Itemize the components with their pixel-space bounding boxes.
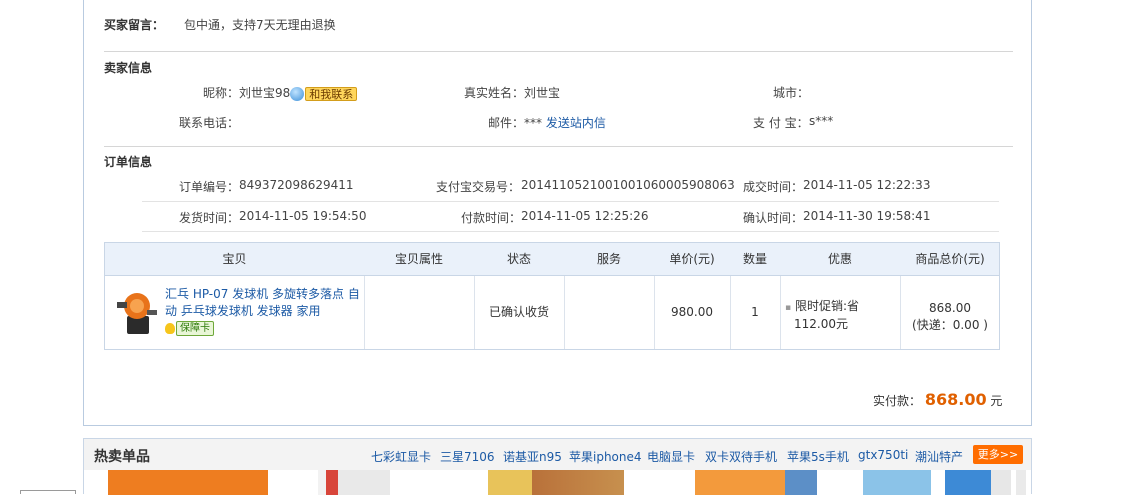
seller-phone-label: 联系电话： (179, 116, 240, 130)
product-thumbnail[interactable] (113, 286, 161, 336)
feedback-tab[interactable] (20, 490, 76, 494)
paid-amount-label: 实付款： (873, 394, 922, 408)
order-no-label: 订单编号： (179, 180, 240, 194)
product-attrs (364, 276, 474, 349)
header-service: 服务 (596, 252, 621, 266)
buyer-message-label: 买家留言： (104, 18, 165, 32)
bullet-icon: ▪ (785, 303, 792, 313)
hot-link-9[interactable]: 潮汕特产 (915, 448, 963, 465)
seller-nickname-text: 刘世宝98 (239, 86, 291, 100)
column-divider (780, 276, 781, 349)
hot-products-title: 热卖单品 (94, 449, 150, 465)
header-attrs: 宝贝属性 (394, 252, 443, 266)
total-price-cell: 868.00 (快递：0.00 ) (900, 276, 1000, 349)
divider (104, 51, 1013, 52)
hot-link-4[interactable]: 苹果iphone4 (569, 448, 642, 465)
product-title-link[interactable]: 汇乓 HP-07 发球机 多旋转多落点 自动 乒乓球发球机 发球器 家用 (165, 287, 360, 318)
seller-email-label: 邮件： (488, 116, 525, 130)
discount-line-2: 112.00元 (794, 317, 848, 331)
hot-link-6[interactable]: 双卡双待手机 (705, 448, 777, 465)
shipping-fee: (快递：0.00 ) (912, 318, 988, 332)
deal-time-label: 成交时间： (743, 180, 804, 194)
hot-product-thumb[interactable] (318, 470, 390, 495)
seller-realname-label: 真实姓名： (464, 86, 525, 100)
hot-products-bar: 热卖单品 七彩虹显卡 三星7106 诺基亚n95 苹果iphone4 电脑显卡 … (83, 438, 1032, 495)
discount-info: ▪ 限时促销:省 112.00元 (785, 276, 897, 349)
hot-link-1[interactable]: 七彩虹显卡 (371, 448, 431, 465)
order-status: 已确认收货 (488, 305, 549, 319)
header-status: 状态 (506, 252, 531, 266)
header-price: 单价(元) (669, 252, 715, 266)
paid-amount: 868.00 (924, 390, 987, 409)
hot-link-8[interactable]: gtx750ti (858, 448, 908, 462)
hot-product-thumb[interactable] (488, 470, 624, 495)
seller-nickname: 刘世宝98 和我联系 (239, 84, 358, 101)
product-badge-row: 保障卡 (165, 320, 361, 337)
header-item: 宝贝 (222, 252, 247, 266)
hot-product-thumb[interactable] (695, 470, 785, 495)
hot-link-5[interactable]: 电脑显卡 (647, 448, 695, 465)
alipay-trade-label: 支付宝交易号： (436, 180, 521, 194)
seller-section-title: 卖家信息 (104, 61, 153, 75)
header-discount: 优惠 (827, 252, 852, 266)
send-message-link[interactable]: 发送站内信 (546, 116, 606, 130)
seller-realname: 刘世宝 (524, 86, 561, 100)
hot-product-thumb[interactable] (863, 470, 931, 495)
paid-amount-unit: 元 (990, 394, 1003, 408)
order-section-title: 订单信息 (104, 155, 153, 169)
discount-text: 限时促销:省 (794, 299, 859, 313)
row-divider (142, 231, 999, 232)
lightbulb-icon (165, 323, 175, 334)
alipay-trade-no: 2014110521001001060005908063 (521, 178, 735, 192)
guarantee-card-badge[interactable]: 保障卡 (176, 321, 214, 336)
more-button[interactable]: 更多>> (973, 445, 1023, 464)
seller-nickname-label: 昵称： (203, 86, 240, 100)
order-service (564, 276, 654, 349)
seller-email-mask: *** (524, 116, 542, 130)
hot-product-thumb[interactable] (785, 470, 817, 495)
quantity: 1 (751, 305, 759, 319)
total-price: 868.00 (929, 301, 971, 315)
hot-link-7[interactable]: 苹果5s手机 (787, 448, 849, 465)
order-item-table: 宝贝 宝贝属性 状态 服务 单价(元) 数量 优惠 商品总价(元) 汇乓 HP-… (104, 242, 1000, 350)
ship-time-label: 发货时间： (179, 211, 240, 225)
hot-products-header: 热卖单品 七彩虹显卡 三星7106 诺基亚n95 苹果iphone4 电脑显卡 … (84, 439, 1031, 470)
discount-line-1: ▪ 限时促销:省 (785, 298, 897, 316)
scroll-arrow[interactable] (1016, 470, 1026, 495)
seller-email: *** 发送站内信 (524, 114, 606, 131)
row-divider (142, 201, 999, 202)
header-total: 商品总价(元) (915, 252, 985, 266)
hot-product-thumb[interactable] (108, 470, 268, 495)
header-qty: 数量 (742, 252, 767, 266)
order-detail-panel: 买家留言： 包中通，支持7天无理由退换 卖家信息 昵称： 刘世宝98 和我联系 真… (83, 0, 1032, 426)
table-header: 宝贝 宝贝属性 状态 服务 单价(元) 数量 优惠 商品总价(元) (105, 243, 999, 276)
seller-alipay: s*** (809, 114, 834, 128)
wangwang-icon[interactable] (290, 86, 305, 101)
deal-time: 2014-11-05 12:22:33 (803, 178, 931, 192)
seller-city-label: 城市： (773, 86, 810, 100)
divider (104, 146, 1013, 147)
confirm-time: 2014-11-30 19:58:41 (803, 209, 931, 223)
product-info: 汇乓 HP-07 发球机 多旋转多落点 自动 乒乓球发球机 发球器 家用 保障卡 (165, 286, 361, 337)
seller-alipay-label: 支 付 宝： (753, 116, 809, 130)
unit-price: 980.00 (671, 305, 713, 319)
hot-link-3[interactable]: 诺基亚n95 (503, 448, 562, 465)
ship-time: 2014-11-05 19:54:50 (239, 209, 367, 223)
paid-amount-row: 实付款： 868.00 元 (873, 390, 1002, 409)
confirm-time-label: 确认时间： (743, 211, 804, 225)
contact-me-button[interactable]: 和我联系 (305, 86, 358, 101)
pay-time: 2014-11-05 12:25:26 (521, 209, 649, 223)
pay-time-label: 付款时间： (461, 211, 522, 225)
buyer-message-value: 包中通，支持7天无理由退换 (184, 18, 336, 32)
hot-link-2[interactable]: 三星7106 (440, 448, 495, 465)
hot-product-thumb[interactable] (945, 470, 1011, 495)
order-no: 849372098629411 (239, 178, 354, 192)
